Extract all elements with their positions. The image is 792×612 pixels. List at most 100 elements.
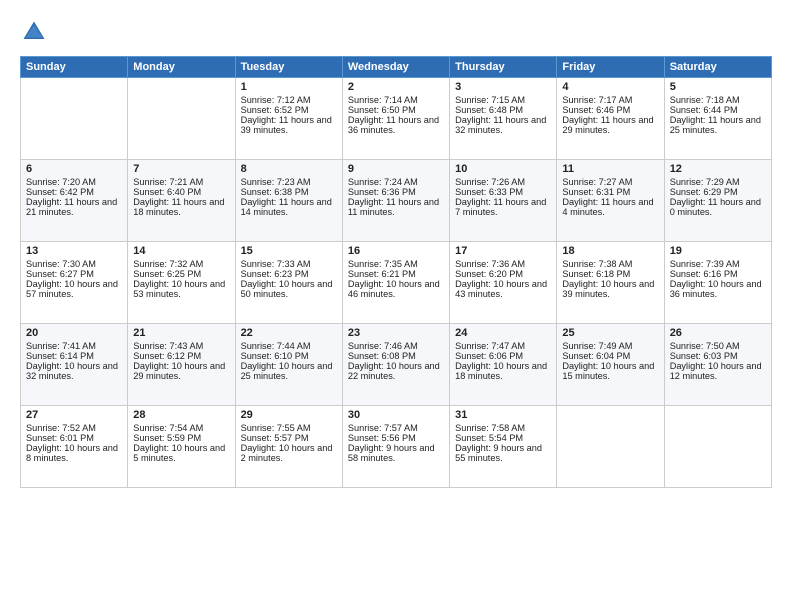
day-info: Sunset: 6:18 PM [562, 269, 658, 279]
day-number: 14 [133, 245, 229, 257]
day-info: Daylight: 10 hours and 46 minutes. [348, 279, 444, 299]
day-number: 1 [241, 81, 337, 93]
day-info: Sunrise: 7:18 AM [670, 95, 766, 105]
day-info: Sunrise: 7:23 AM [241, 177, 337, 187]
calendar-table: Sunday Monday Tuesday Wednesday Thursday… [20, 56, 772, 488]
day-cell: 19Sunrise: 7:39 AMSunset: 6:16 PMDayligh… [664, 242, 771, 324]
day-info: Sunset: 6:14 PM [26, 351, 122, 361]
day-info: Sunrise: 7:55 AM [241, 423, 337, 433]
day-cell [128, 78, 235, 160]
day-info: Sunset: 5:56 PM [348, 433, 444, 443]
day-cell: 26Sunrise: 7:50 AMSunset: 6:03 PMDayligh… [664, 324, 771, 406]
day-info: Sunrise: 7:49 AM [562, 341, 658, 351]
day-info: Sunrise: 7:24 AM [348, 177, 444, 187]
week-row-0: 1Sunrise: 7:12 AMSunset: 6:52 PMDaylight… [21, 78, 772, 160]
day-info: Sunset: 6:27 PM [26, 269, 122, 279]
day-cell: 18 Sunrise: 7:38 AMSunset: 6:18 PMDayligh… [557, 242, 664, 324]
day-info: Sunset: 6:42 PM [26, 187, 122, 197]
header-row: Sunday Monday Tuesday Wednesday Thursday… [21, 57, 772, 78]
day-info: Daylight: 11 hours and 0 minutes. [670, 197, 766, 217]
day-number: 4 [562, 81, 658, 93]
day-info: Sunrise: 7:26 AM [455, 177, 551, 187]
day-info: Sunset: 6:31 PM [562, 187, 658, 197]
logo [20, 18, 52, 46]
day-info: Sunrise: 7:33 AM [241, 259, 337, 269]
week-row-4: 27 Sunrise: 7:52 AMSunset: 6:01 PM Dayligh… [21, 406, 772, 488]
day-number: 23 [348, 327, 444, 339]
day-number: 8 [241, 163, 337, 175]
col-sunday: Sunday [21, 57, 128, 78]
col-thursday: Thursday [450, 57, 557, 78]
day-info: Sunset: 6:29 PM [670, 187, 766, 197]
day-info: Sunset: 6:20 PM [455, 269, 551, 279]
day-cell: 25Sunrise: 7:49 AMSunset: 6:04 PMDayligh… [557, 324, 664, 406]
day-info: Sunrise: 7:38 AM [562, 259, 658, 269]
day-number: 7 [133, 163, 229, 175]
day-cell: 16Sunrise: 7:35 AMSunset: 6:21 PMDayligh… [342, 242, 449, 324]
day-info: Sunrise: 7:39 AM [670, 259, 766, 269]
day-number: 16 [348, 245, 444, 257]
day-cell: 4Sunrise: 7:17 AMSunset: 6:46 PMDaylight… [557, 78, 664, 160]
day-info: Daylight: 10 hours and 53 minutes. [133, 279, 229, 299]
day-info: Daylight: 10 hours and 25 minutes. [241, 361, 337, 381]
day-cell: 17Sunrise: 7:36 AMSunset: 6:20 PMDayligh… [450, 242, 557, 324]
day-info: Daylight: 9 hours and 55 minutes. [455, 443, 551, 463]
col-saturday: Saturday [664, 57, 771, 78]
day-number: 5 [670, 81, 766, 93]
day-info: Sunset: 5:54 PM [455, 433, 551, 443]
day-number: 24 [455, 327, 551, 339]
day-number: 30 [348, 409, 444, 421]
day-info: Daylight: 10 hours and 50 minutes. [241, 279, 337, 299]
day-info: Daylight: 11 hours and 21 minutes. [26, 197, 122, 217]
day-cell: 30 Sunrise: 7:57 AMSunset: 5:56 PMDayligh… [342, 406, 449, 488]
day-info: Daylight: 10 hours and 15 minutes. [562, 361, 658, 381]
day-info: Sunset: 6:40 PM [133, 187, 229, 197]
day-number: 17 [455, 245, 551, 257]
logo-icon [20, 18, 48, 46]
day-cell: 12Sunrise: 7:29 AMSunset: 6:29 PMDayligh… [664, 160, 771, 242]
day-cell: 29Sunrise: 7:55 AMSunset: 5:57 PMDayligh… [235, 406, 342, 488]
day-number: 18 [562, 245, 658, 257]
day-info: Daylight: 10 hours and 29 minutes. [133, 361, 229, 381]
day-info: Sunrise: 7:14 AM [348, 95, 444, 105]
week-row-1: 6Sunrise: 7:20 AMSunset: 6:42 PMDaylight… [21, 160, 772, 242]
day-number: 25 [562, 327, 658, 339]
day-info: Daylight: 10 hours and 39 minutes. [562, 279, 658, 299]
day-info: Sunset: 6:01 PM [26, 433, 122, 443]
day-info: Sunrise: 7:57 AM [348, 423, 444, 433]
day-cell [557, 406, 664, 488]
day-number: 21 [133, 327, 229, 339]
day-number: 11 [562, 163, 658, 175]
day-info: Sunrise: 7:21 AM [133, 177, 229, 187]
day-info: Daylight: 11 hours and 4 minutes. [562, 197, 658, 217]
day-info: Sunset: 6:08 PM [348, 351, 444, 361]
day-cell: 10Sunrise: 7:26 AMSunset: 6:33 PMDayligh… [450, 160, 557, 242]
day-info: Sunset: 6:36 PM [348, 187, 444, 197]
day-cell: 27Sunrise: 7:52 AMSunset: 6:01 PMDayligh… [21, 406, 128, 488]
day-cell [664, 406, 771, 488]
day-info: Sunset: 5:57 PM [241, 433, 337, 443]
day-info: Sunset: 6:10 PM [241, 351, 337, 361]
day-number: 27 [26, 409, 122, 421]
day-info: Daylight: 11 hours and 11 minutes. [348, 197, 444, 217]
day-cell: 6Sunrise: 7:20 AMSunset: 6:42 PMDaylight… [21, 160, 128, 242]
day-info: Daylight: 11 hours and 36 minutes. [348, 115, 444, 135]
day-info: Daylight: 11 hours and 25 minutes. [670, 115, 766, 135]
week-row-2: 13Sunrise: 7:30 AMSunset: 6:27 PMDayligh… [21, 242, 772, 324]
day-info: Sunset: 6:16 PM [670, 269, 766, 279]
day-info: Sunrise: 7:58 AM [455, 423, 551, 433]
day-cell: 15Sunrise: 7:33 AMSunset: 6:23 PMDayligh… [235, 242, 342, 324]
day-cell: 3Sunrise: 7:15 AMSunset: 6:48 PMDaylight… [450, 78, 557, 160]
day-info: Sunset: 6:50 PM [348, 105, 444, 115]
day-info: Sunrise: 7:46 AM [348, 341, 444, 351]
day-info: Sunrise: 7:20 AM [26, 177, 122, 187]
day-info: Daylight: 11 hours and 7 minutes. [455, 197, 551, 217]
header [20, 18, 772, 46]
day-number: 10 [455, 163, 551, 175]
day-number: 15 [241, 245, 337, 257]
day-info: Daylight: 9 hours and 58 minutes. [348, 443, 444, 463]
day-cell: 14Sunrise: 7:32 AMSunset: 6:25 PMDayligh… [128, 242, 235, 324]
day-info: Sunset: 6:38 PM [241, 187, 337, 197]
day-info: Sunset: 6:44 PM [670, 105, 766, 115]
day-info: Sunrise: 7:52 AM [26, 423, 122, 433]
